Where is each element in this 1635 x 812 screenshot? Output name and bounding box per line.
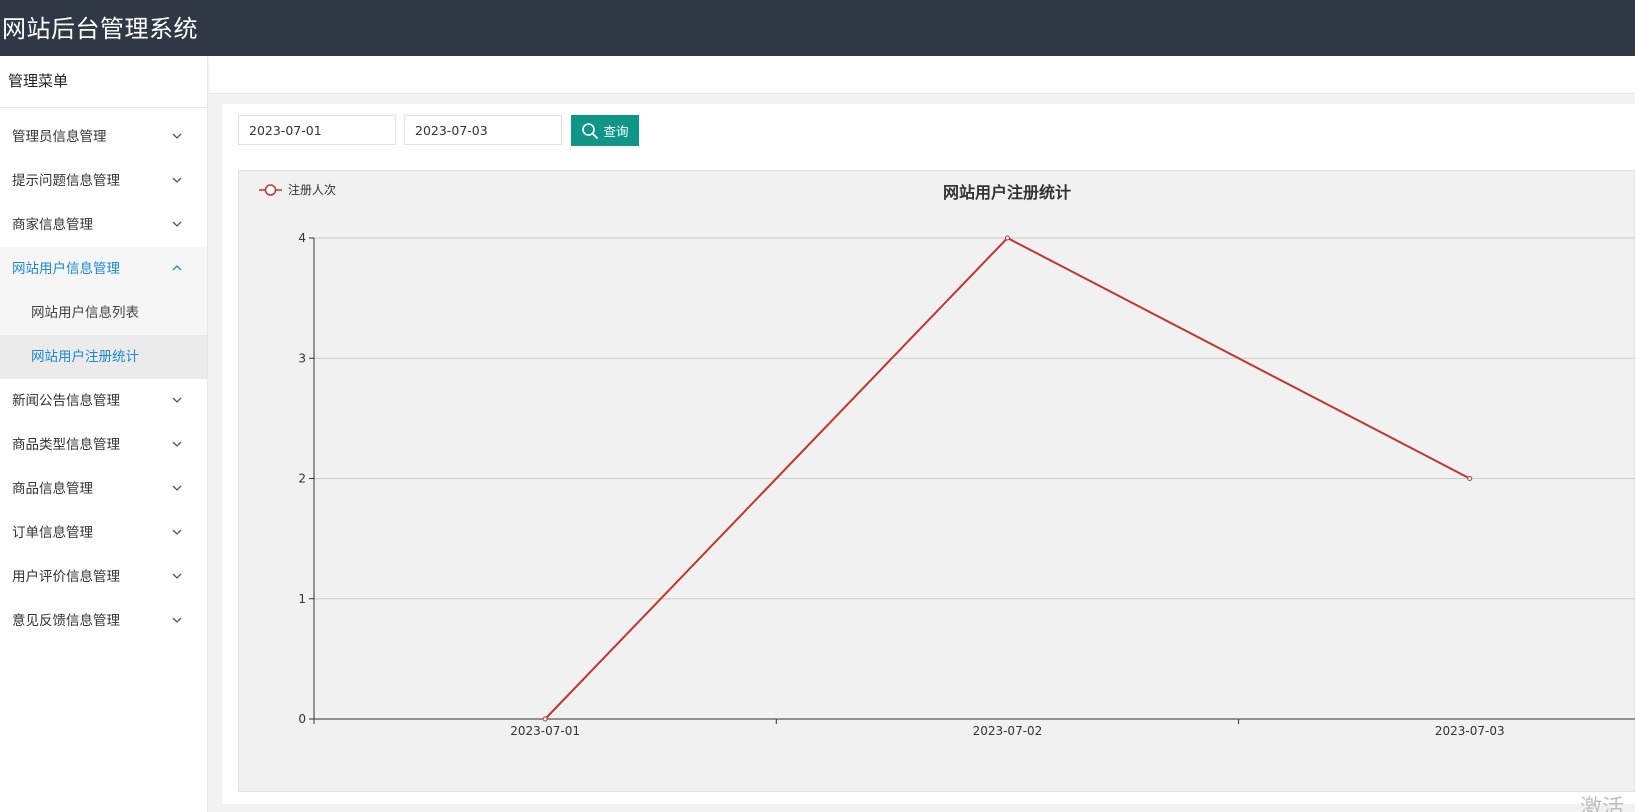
sidebar-menu: 管理员信息管理 提示问题信息管理 商家信息管理 网站用户信息管理 网站用户信息列… <box>0 108 207 643</box>
app-title: 网站后台管理系统 <box>2 15 198 43</box>
top-bar: 网站后台管理系统 <box>0 0 1635 56</box>
sidebar-item-label: 商品类型信息管理 <box>12 437 120 453</box>
legend-marker <box>264 184 277 196</box>
end-date-input[interactable] <box>404 115 562 145</box>
content-tab-strip <box>209 56 1635 94</box>
activation-watermark: 激活 <box>1580 796 1625 812</box>
sidebar-item-label: 管理员信息管理 <box>12 129 107 145</box>
sidebar-item-order-info[interactable]: 订单信息管理 <box>0 511 207 555</box>
y-tick-label: 3 <box>298 351 306 365</box>
chevron-down-icon <box>171 130 183 142</box>
chart-title: 网站用户注册统计 <box>943 183 1071 202</box>
sidebar-item-product-type[interactable]: 商品类型信息管理 <box>0 423 207 467</box>
chevron-down-icon <box>171 394 183 406</box>
chevron-down-icon <box>171 438 183 450</box>
sidebar-item-merchant-info[interactable]: 商家信息管理 <box>0 203 207 247</box>
sidebar-item-user-review[interactable]: 用户评价信息管理 <box>0 555 207 599</box>
x-tick-label: 2023-07-03 <box>1435 724 1505 738</box>
sidebar-item-label: 意见反馈信息管理 <box>12 613 120 629</box>
y-tick-label: 0 <box>298 712 306 726</box>
search-icon <box>581 122 599 140</box>
y-tick-label: 1 <box>298 592 306 606</box>
start-date-input[interactable] <box>238 115 396 145</box>
sidebar-item-label: 商家信息管理 <box>12 217 93 233</box>
registration-line-chart: 网站用户注册统计 注册人次 0 1 2 3 4 2023-07-01 2023-07-02 202… <box>259 182 1635 738</box>
chevron-down-icon <box>171 174 183 186</box>
registration-chart: 网站用户注册统计 注册人次 0 1 2 3 4 2023-07-01 2023-07-02 202… <box>238 170 1635 792</box>
data-point <box>542 716 548 722</box>
x-tick-label: 2023-07-01 <box>510 724 580 738</box>
chevron-down-icon <box>171 614 183 626</box>
sidebar-item-product-info[interactable]: 商品信息管理 <box>0 467 207 511</box>
sidebar-subitem-user-list[interactable]: 网站用户信息列表 <box>0 291 207 335</box>
chevron-down-icon <box>171 218 183 230</box>
sidebar-item-label: 提示问题信息管理 <box>12 173 120 189</box>
query-button[interactable]: 查询 <box>571 115 639 146</box>
data-point <box>1004 235 1010 241</box>
chevron-down-icon <box>171 526 183 538</box>
y-tick-label: 2 <box>298 472 306 486</box>
stats-card: 查询 网站用户注册统计 注册人次 0 1 2 3 4 2023-07-01 2023-07-02… <box>222 104 1635 804</box>
query-button-label: 查询 <box>603 124 629 139</box>
sidebar-title: 管理菜单 <box>0 56 207 108</box>
data-point <box>1467 476 1473 481</box>
chevron-up-icon <box>171 262 183 274</box>
chevron-down-icon <box>171 482 183 494</box>
legend-label: 注册人次 <box>288 182 336 197</box>
sidebar-item-feedback[interactable]: 意见反馈信息管理 <box>0 599 207 643</box>
sidebar: 管理菜单 管理员信息管理 提示问题信息管理 商家信息管理 网站用户信息管理 网站… <box>0 56 208 812</box>
sidebar-item-hint-question[interactable]: 提示问题信息管理 <box>0 159 207 203</box>
sidebar-item-news-notice[interactable]: 新闻公告信息管理 <box>0 379 207 423</box>
chevron-down-icon <box>171 570 183 582</box>
sidebar-item-site-user-info[interactable]: 网站用户信息管理 <box>0 247 207 291</box>
sidebar-subitem-user-register-stats[interactable]: 网站用户注册统计 <box>0 335 207 379</box>
sidebar-item-label: 订单信息管理 <box>12 525 93 541</box>
sidebar-item-label: 商品信息管理 <box>12 481 93 497</box>
sidebar-item-label: 网站用户信息管理 <box>12 261 120 277</box>
sidebar-item-label: 用户评价信息管理 <box>12 569 120 585</box>
sidebar-item-admin-info[interactable]: 管理员信息管理 <box>0 115 207 159</box>
x-tick-label: 2023-07-02 <box>973 724 1043 738</box>
y-tick-label: 4 <box>298 231 306 245</box>
sidebar-item-label: 新闻公告信息管理 <box>12 393 120 409</box>
